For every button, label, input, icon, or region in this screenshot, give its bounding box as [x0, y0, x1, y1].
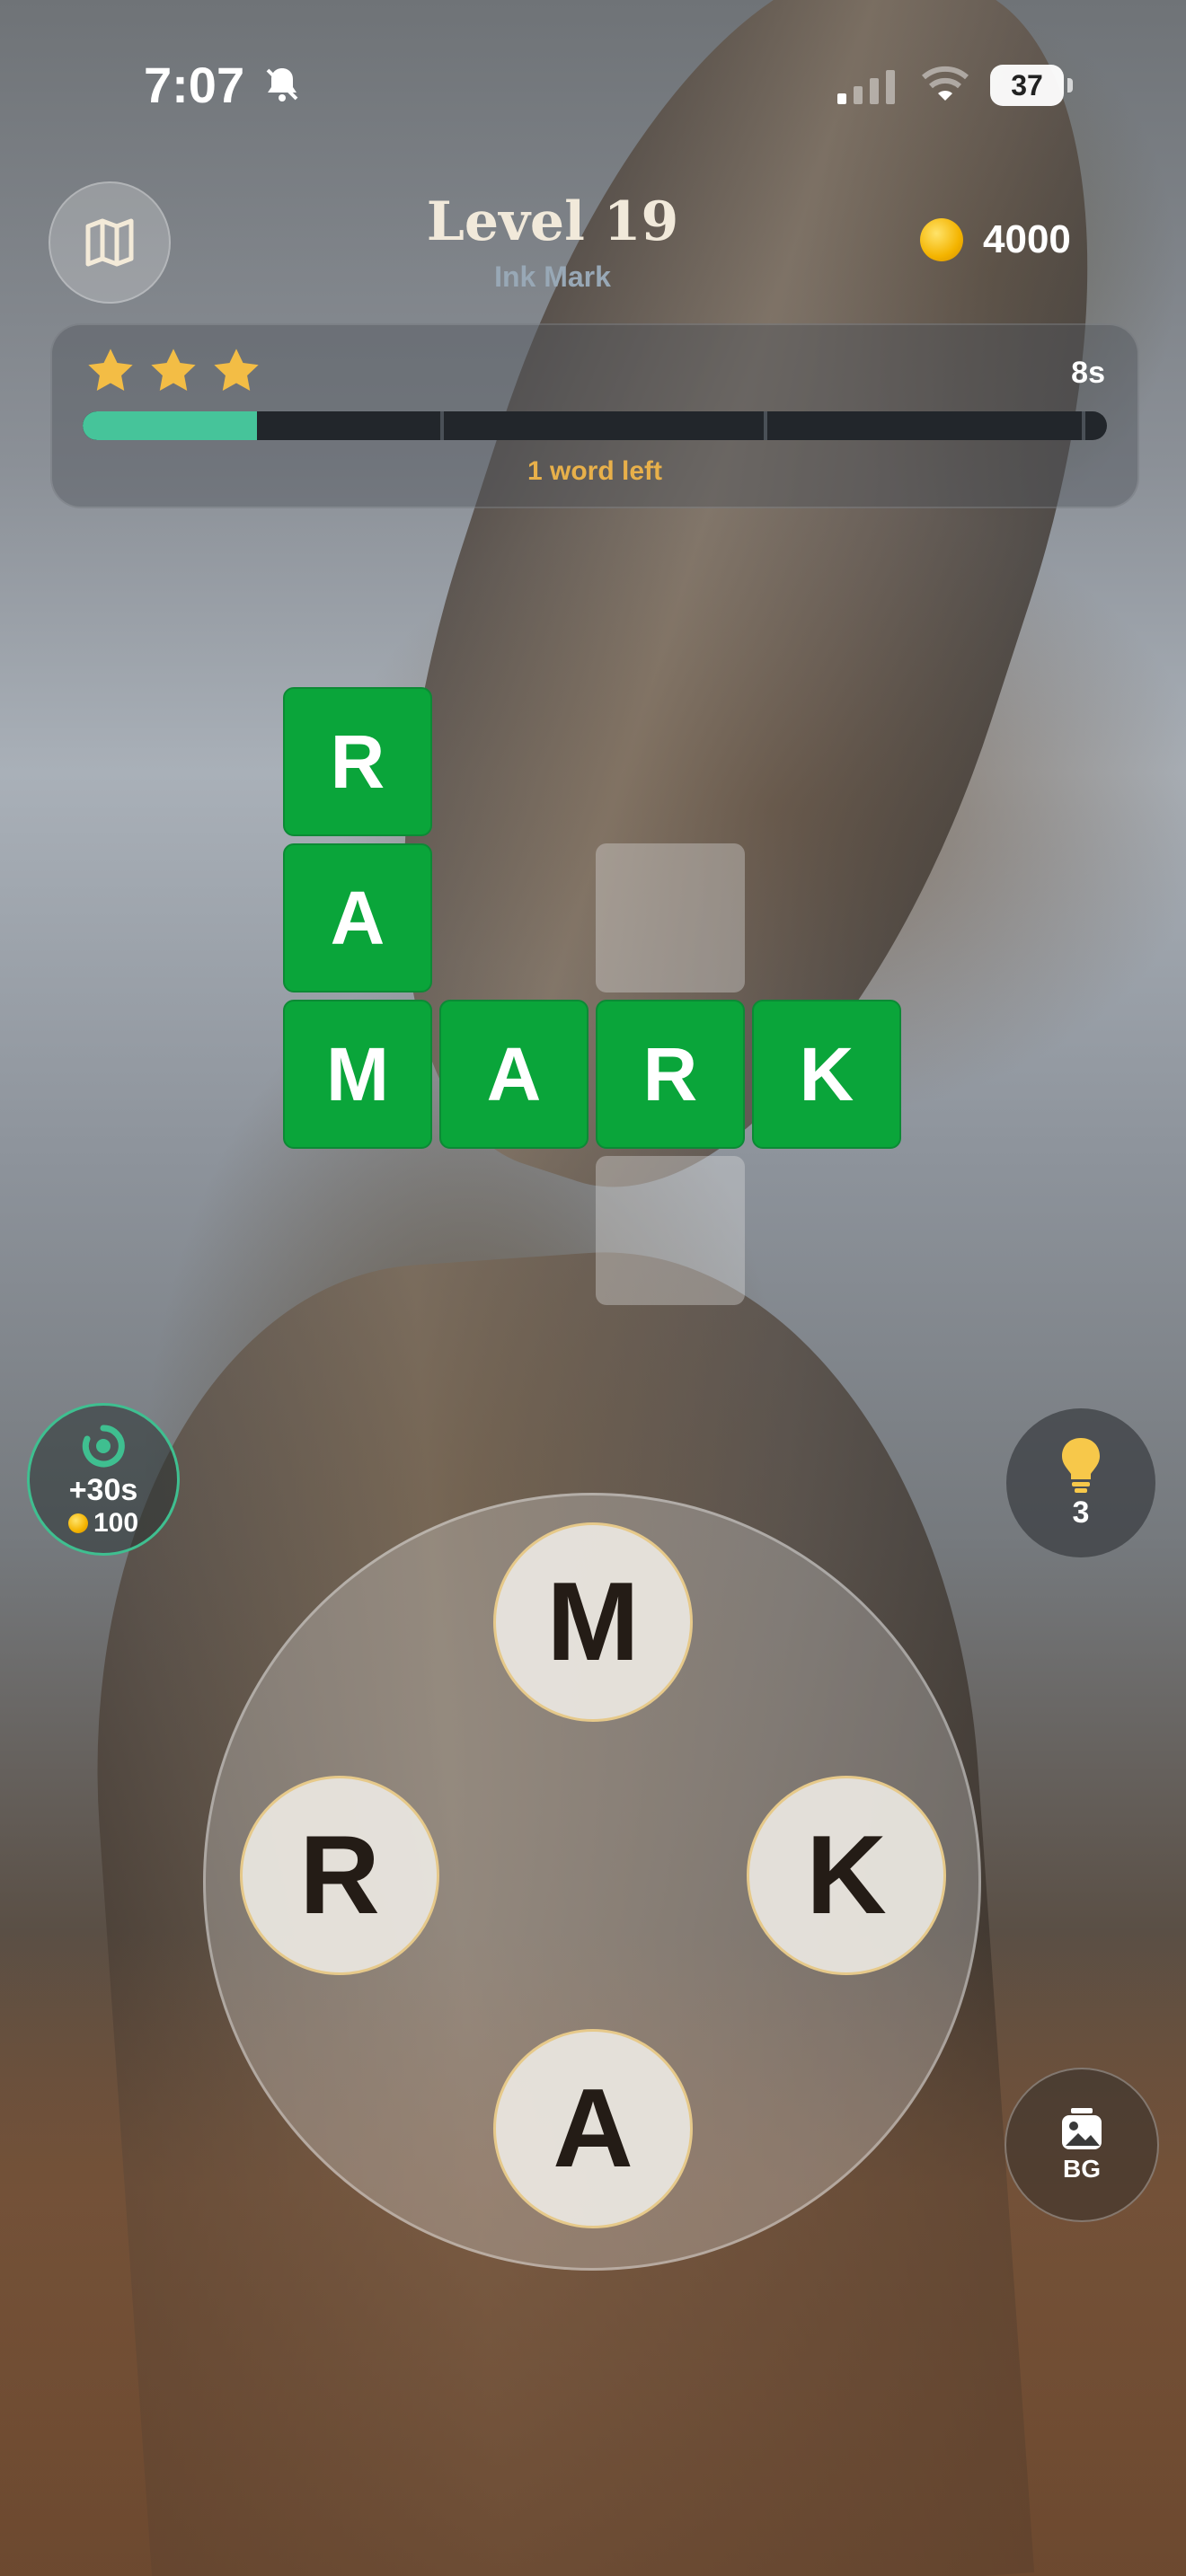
- star-icon: [214, 348, 259, 391]
- level-subtitle: Ink Mark: [494, 260, 611, 293]
- bell-slash-icon: [266, 68, 298, 101]
- grid-tile: R: [596, 1000, 745, 1149]
- progress-bar: [83, 411, 1107, 440]
- coin-count: 4000: [983, 217, 1071, 261]
- star-icon: [151, 348, 196, 391]
- background-label: BG: [1063, 2155, 1101, 2183]
- grid-tile: A: [283, 843, 432, 992]
- coin-balance[interactable]: 4000: [920, 208, 1071, 271]
- image-icon: [1062, 2108, 1102, 2149]
- timer-refresh-icon: [82, 1424, 125, 1467]
- battery-icon: 37: [990, 65, 1073, 106]
- star-rating: [84, 345, 262, 397]
- wifi-icon: [922, 66, 969, 101]
- cellular-signal-icon: [837, 70, 895, 104]
- wheel-letter[interactable]: K: [747, 1776, 946, 1975]
- lightbulb-icon: [1062, 1437, 1100, 1493]
- progress-divider: [440, 411, 444, 440]
- grid-tile: A: [439, 1000, 589, 1149]
- status-time: 7:07: [144, 57, 245, 113]
- hint-count: 3: [1072, 1495, 1090, 1530]
- star-icon: [88, 348, 133, 391]
- wheel-letter[interactable]: R: [240, 1776, 439, 1975]
- letter-wheel[interactable]: M R K A: [203, 1493, 981, 2271]
- grid-tile: R: [283, 687, 432, 836]
- wheel-letter[interactable]: M: [493, 1522, 693, 1722]
- time-boost-cost: 100: [67, 1507, 139, 1539]
- grid-tile: K: [752, 1000, 901, 1149]
- time-boost-cost-value: 100: [93, 1507, 139, 1538]
- level-title: Level 19: [426, 190, 679, 253]
- words-left-label: 1 word left: [527, 456, 662, 486]
- progress-divider: [1082, 411, 1085, 440]
- grid-tile: M: [283, 1000, 432, 1149]
- wheel-letter[interactable]: A: [493, 2029, 693, 2228]
- coin-icon: [920, 218, 963, 261]
- progress-fill: [83, 411, 257, 440]
- hint-button[interactable]: 3: [1006, 1408, 1155, 1557]
- map-button[interactable]: [49, 181, 171, 304]
- progress-card: 8s 1 word left: [50, 323, 1139, 508]
- map-icon: [85, 218, 134, 267]
- time-boost-label: +30s: [68, 1472, 138, 1507]
- game-screen: 7:07 37 Level 19 Ink Mark 4000 8s 1 word…: [0, 0, 1186, 2576]
- time-boost-button[interactable]: +30s 100: [27, 1403, 180, 1556]
- level-timer: 8s: [1071, 356, 1105, 390]
- grid-tile-empty: [596, 843, 745, 992]
- progress-divider: [764, 411, 767, 440]
- background-button[interactable]: BG: [1005, 2068, 1159, 2222]
- grid-tile-empty: [596, 1156, 745, 1305]
- coin-icon: [67, 1513, 88, 1533]
